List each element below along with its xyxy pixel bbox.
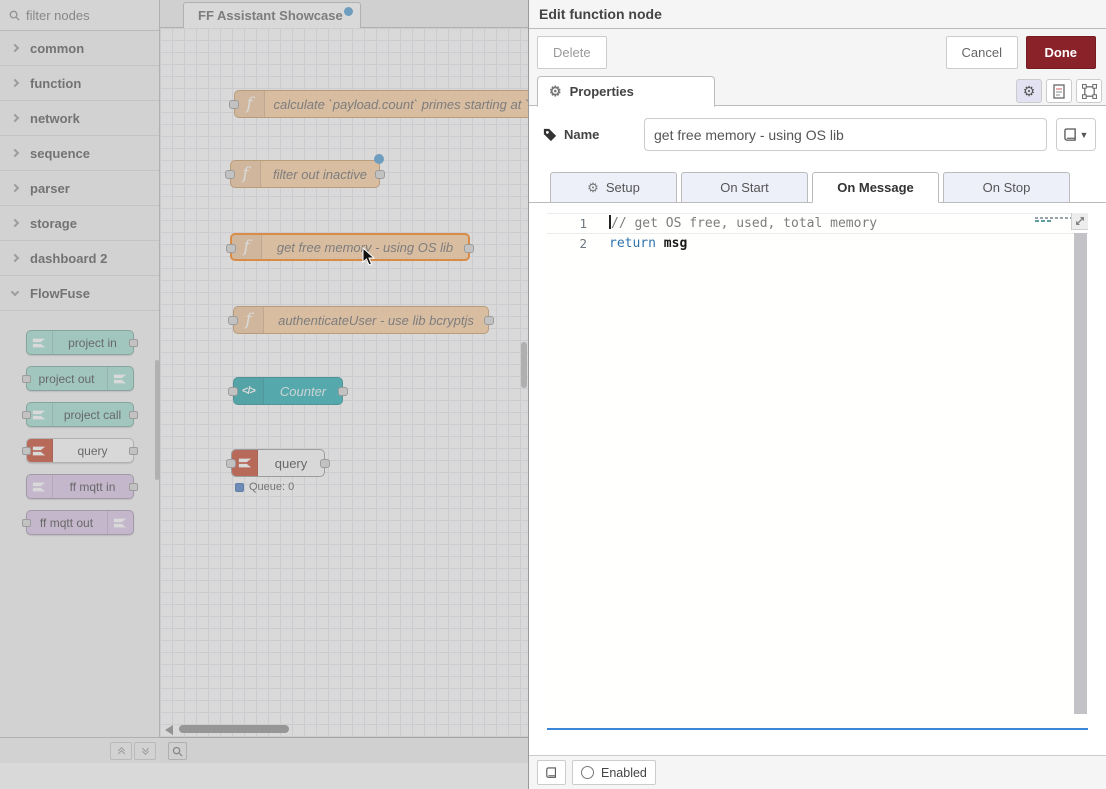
tab-on-message[interactable]: On Message <box>812 172 939 203</box>
library-export-button[interactable] <box>537 760 566 785</box>
properties-tab[interactable]: ⚙ Properties <box>537 76 715 107</box>
book-icon <box>1064 128 1077 142</box>
name-row: Name ▼ <box>529 106 1106 163</box>
tray-body: Name ▼ ⚙ Setup On Start On Message On St… <box>529 106 1106 755</box>
tab-on-stop[interactable]: On Stop <box>943 172 1070 203</box>
mouse-cursor-icon <box>362 247 376 267</box>
node-name-input[interactable] <box>644 118 1047 151</box>
line-number: 1 <box>547 214 587 233</box>
tray-footer: Enabled <box>529 755 1106 789</box>
code-line-2[interactable]: 2 return msg <box>547 234 1088 253</box>
document-icon <box>1053 84 1066 99</box>
library-button[interactable]: ▼ <box>1056 118 1096 151</box>
expand-editor-button[interactable] <box>1071 213 1088 230</box>
code-editor[interactable]: 1 // get OS free, used, total memory 2 r… <box>547 213 1088 730</box>
tag-icon <box>543 128 557 142</box>
tray-toolbar: Delete Cancel Done <box>529 29 1106 76</box>
code-line-1[interactable]: 1 // get OS free, used, total memory <box>547 213 1088 234</box>
name-field-label: Name <box>564 127 599 142</box>
delete-button[interactable]: Delete <box>537 36 607 69</box>
done-button[interactable]: Done <box>1026 36 1097 69</box>
gear-icon: ⚙ <box>1023 83 1036 100</box>
gear-icon: ⚙ <box>549 83 562 100</box>
book-icon <box>546 766 557 780</box>
node-description-button[interactable] <box>1046 79 1072 103</box>
line-number: 2 <box>547 234 587 253</box>
tray-title: Edit function node <box>529 0 1106 29</box>
expand-icon <box>1075 216 1085 226</box>
workspace-shade <box>0 0 528 789</box>
enabled-toggle-button[interactable]: Enabled <box>572 760 656 785</box>
node-appearance-button[interactable] <box>1076 79 1102 103</box>
function-editor-tabs: ⚙ Setup On Start On Message On Stop <box>529 172 1106 203</box>
editor-minimap <box>1035 216 1071 223</box>
tab-on-start[interactable]: On Start <box>681 172 808 203</box>
scrollbar-thumb[interactable] <box>1074 233 1087 714</box>
edit-tray: Edit function node Delete Cancel Done ⚙ … <box>528 0 1106 789</box>
tray-tabrow: ⚙ Properties ⚙ <box>529 76 1106 106</box>
selection-frame-icon <box>1082 84 1097 99</box>
cancel-button[interactable]: Cancel <box>946 36 1018 69</box>
tab-setup[interactable]: ⚙ Setup <box>550 172 677 203</box>
enabled-circle-icon <box>581 766 594 779</box>
gear-icon: ⚙ <box>587 180 599 196</box>
node-properties-button[interactable]: ⚙ <box>1016 79 1042 103</box>
editor-scrollbar[interactable] <box>1074 213 1088 728</box>
node-red-app: common function network sequence parser … <box>0 0 1106 789</box>
caret-down-icon: ▼ <box>1080 130 1089 140</box>
